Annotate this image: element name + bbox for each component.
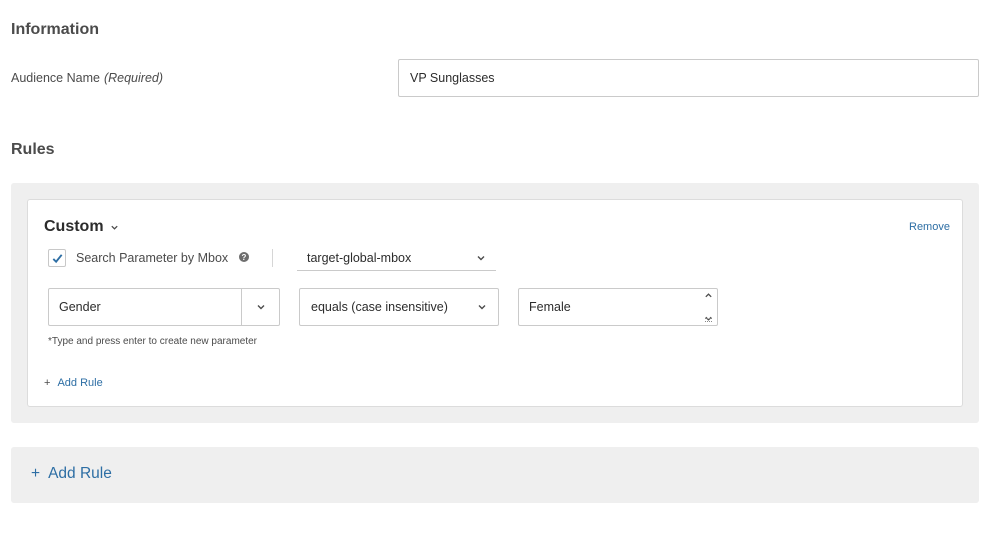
condition-value-field[interactable]: Female <box>518 288 718 326</box>
parameter-hint: *Type and press enter to create new para… <box>48 336 258 347</box>
stepper-up-icon[interactable] <box>704 291 713 300</box>
audience-name-label-text: Audience Name <box>11 71 100 85</box>
add-rule-label: Add Rule <box>48 465 112 482</box>
parameter-dropdown-button[interactable] <box>241 289 279 325</box>
remove-rule-link[interactable]: Remove <box>909 221 950 233</box>
audience-name-label: Audience Name (Required) <box>11 71 163 85</box>
required-note: (Required) <box>103 71 164 85</box>
divider <box>272 249 273 267</box>
mbox-select[interactable]: target-global-mbox <box>297 246 496 271</box>
operator-select[interactable]: equals (case insensitive) <box>299 288 499 326</box>
plus-icon: + <box>31 465 41 482</box>
audience-name-input[interactable] <box>398 59 979 97</box>
rule-type-label: Custom <box>44 218 104 235</box>
mbox-select-value: target-global-mbox <box>307 251 412 265</box>
rules-heading: Rules <box>11 141 55 158</box>
plus-icon: + <box>44 377 51 389</box>
add-rule-button[interactable]: + Add Rule <box>31 465 112 483</box>
resize-grip[interactable] <box>705 318 712 322</box>
add-rule-inner-label: Add Rule <box>57 377 103 389</box>
help-icon[interactable]: ? <box>239 252 249 262</box>
chevron-down-icon <box>478 305 486 310</box>
chevron-down-icon <box>110 225 118 230</box>
operator-select-value: equals (case insensitive) <box>311 300 448 314</box>
rule-type-dropdown[interactable]: Custom <box>44 218 119 236</box>
parameter-combobox[interactable]: Gender <box>48 288 280 326</box>
mbox-checkbox-label: Search Parameter by Mbox <box>76 251 229 265</box>
checkmark-icon <box>52 253 62 263</box>
add-rule-inner-link[interactable]: + Add Rule <box>44 377 103 389</box>
parameter-input[interactable]: Gender <box>49 289 241 325</box>
chevron-down-icon <box>257 305 264 310</box>
condition-value-text: Female <box>529 300 571 314</box>
information-heading: Information <box>11 21 99 38</box>
mbox-checkbox[interactable] <box>48 249 66 267</box>
chevron-down-icon <box>477 256 485 261</box>
add-rule-panel[interactable] <box>11 447 979 503</box>
